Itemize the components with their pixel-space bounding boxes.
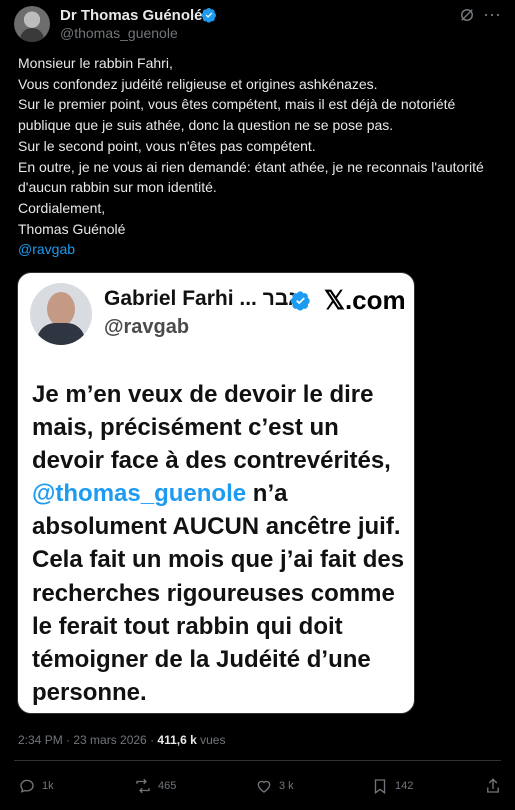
grok-icon[interactable]	[458, 6, 476, 24]
author-avatar[interactable]	[14, 6, 50, 42]
views-label: vues	[196, 733, 226, 747]
card-body-part-1: Je m’en veux de devoir le dire mais, pré…	[32, 381, 391, 475]
card-verified-badge-icon	[290, 291, 310, 311]
author-handle[interactable]: @thomas_guenole	[60, 25, 178, 41]
tweet-text: Monsieur le rabbin Fahri, Vous confondez…	[18, 55, 484, 237]
card-body-part-2: n’a absolument AUCUN ancêtre juif. Cela …	[32, 480, 405, 706]
bookmark-count: 142	[395, 780, 414, 792]
card-body-text: Je m’en veux de devoir le dire mais, pré…	[32, 378, 407, 709]
tweet-header: Dr Thomas Guénolé @thomas_guenole ⋯	[14, 6, 504, 46]
bookmark-icon	[374, 779, 386, 795]
repost-button[interactable]: 465	[134, 775, 176, 797]
card-site-logo: 𝕏.com	[324, 285, 406, 315]
divider	[14, 760, 501, 761]
card-body-mention: @thomas_guenole	[32, 480, 247, 508]
reply-icon	[20, 779, 34, 793]
author-name[interactable]: Dr Thomas Guénolé	[60, 7, 203, 24]
reply-count: 1k	[42, 780, 54, 792]
tweet-mention-link[interactable]: @ravgab	[18, 241, 75, 257]
card-author-handle: @ravgab	[104, 316, 190, 338]
reply-button[interactable]: 1k	[18, 775, 54, 797]
card-author-name: Gabriel Farhi ... גבר	[104, 287, 299, 310]
tweet-timestamp[interactable]: 2:34 PM · 23 mars 2026 ·	[18, 733, 157, 747]
bookmark-button[interactable]: 142	[371, 775, 413, 797]
repost-count: 465	[158, 780, 177, 792]
embedded-image-card[interactable]: Gabriel Farhi ... גבר 𝕏.com @ravgab Je m…	[17, 272, 415, 714]
views-count: 411,6 k	[157, 733, 197, 747]
tweet-meta: 2:34 PM · 23 mars 2026 · 411,6 k vues	[18, 733, 225, 747]
like-button[interactable]: 3 k	[255, 775, 294, 797]
more-icon[interactable]: ⋯	[483, 6, 502, 24]
like-icon	[257, 780, 271, 793]
card-avatar	[30, 283, 92, 345]
verified-badge-icon	[201, 8, 216, 23]
action-bar: 1k 465 3 k 142	[18, 775, 502, 797]
repost-icon	[136, 778, 150, 794]
share-icon	[487, 778, 499, 793]
share-button[interactable]	[484, 775, 502, 797]
like-count: 3 k	[279, 780, 294, 792]
